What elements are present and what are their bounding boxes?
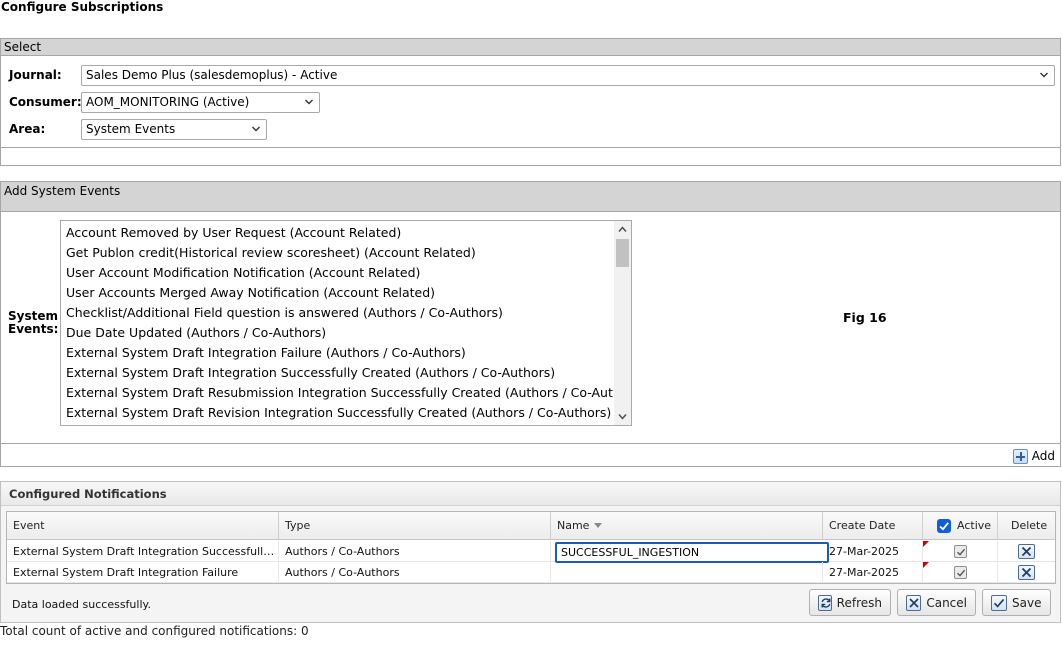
select-all-active-checkbox[interactable] <box>937 518 951 533</box>
add-button[interactable]: Add <box>1012 447 1055 465</box>
column-header-active[interactable]: Active <box>923 512 998 539</box>
area-select[interactable]: System Events <box>81 119 267 140</box>
cell-type: Authors / Co-Authors <box>279 562 551 583</box>
column-header-name[interactable]: Name <box>551 512 823 539</box>
add-system-events-section: Add System Events System Events: Account… <box>0 181 1061 467</box>
scrollbar-thumb[interactable] <box>616 239 629 267</box>
list-item[interactable]: Account Removed by User Request (Account… <box>66 223 631 243</box>
close-icon <box>909 597 919 608</box>
plus-icon <box>1012 448 1028 464</box>
list-item[interactable]: User Account Modification Notification (… <box>66 263 631 283</box>
checkmark-icon <box>957 548 966 556</box>
cell-event: External System Draft Integration Failur… <box>7 562 279 583</box>
list-item[interactable]: External System Draft Resubmission Integ… <box>66 383 631 403</box>
column-header-delete-label: Delete <box>1011 519 1048 532</box>
column-header-create-date[interactable]: Create Date <box>823 512 923 539</box>
cell-active <box>923 562 998 583</box>
scroll-up-icon[interactable] <box>618 225 627 234</box>
checkmark-icon <box>957 569 966 577</box>
total-count-text: Total count of active and configured not… <box>0 624 309 638</box>
refresh-button-label: Refresh <box>836 595 882 610</box>
cell-create-date: 27-Mar-2025 <box>823 541 923 562</box>
cell-event: External System Draft Integration Succes… <box>7 541 279 562</box>
close-icon <box>1021 546 1032 557</box>
save-button[interactable]: Save <box>982 589 1051 616</box>
refresh-icon <box>818 594 832 611</box>
cancel-button-label: Cancel <box>926 595 967 610</box>
cell-delete <box>998 541 1057 562</box>
active-checkbox[interactable] <box>954 545 967 558</box>
cell-type: Authors / Co-Authors <box>279 541 551 562</box>
chevron-down-icon <box>305 99 313 105</box>
save-button-label: Save <box>1012 595 1042 610</box>
column-header-name-label: Name <box>557 519 590 532</box>
notifications-grid: Event Type Name Create Date Active Delet… <box>6 511 1056 584</box>
consumer-select-value: AOM_MONITORING (Active) <box>86 95 250 109</box>
cell-active <box>923 541 998 562</box>
close-icon <box>1021 567 1032 578</box>
chevron-down-icon <box>1040 72 1048 78</box>
save-check-icon <box>991 594 1007 611</box>
cancel-button[interactable]: Cancel <box>897 589 976 616</box>
column-header-event[interactable]: Event <box>7 512 279 539</box>
consumer-label: Consumer: <box>9 95 82 109</box>
sort-descending-icon <box>594 523 603 528</box>
system-events-list: Account Removed by User Request (Account… <box>61 221 631 423</box>
checkmark-icon <box>939 521 949 531</box>
delete-icon[interactable] <box>1018 565 1035 580</box>
list-item[interactable]: Due Date Updated (Authors / Co-Authors) <box>66 323 631 343</box>
journal-select-value: Sales Demo Plus (salesdemoplus) - Active <box>86 68 338 82</box>
configured-notifications-header: Configured Notifications <box>1 482 1060 506</box>
column-header-event-label: Event <box>13 519 45 532</box>
chevron-down-icon <box>252 126 260 132</box>
scroll-down-icon[interactable] <box>618 412 627 421</box>
cell-name[interactable] <box>551 562 823 583</box>
list-item[interactable]: External System Draft Integration Succes… <box>66 363 631 383</box>
table-row[interactable]: External System Draft Integration Succes… <box>7 541 1057 563</box>
figure-label: Fig 16 <box>843 310 887 325</box>
grid-header-row: Event Type Name Create Date Active Delet… <box>7 512 1055 540</box>
system-events-label-line2: Events: <box>8 322 59 336</box>
modified-marker <box>923 562 929 568</box>
column-header-type[interactable]: Type <box>279 512 551 539</box>
divider <box>1 443 1060 444</box>
add-button-label: Add <box>1031 449 1055 463</box>
column-header-active-label: Active <box>957 519 992 532</box>
list-item[interactable]: Get Publon credit(Historical review scor… <box>66 243 631 263</box>
column-header-delete: Delete <box>998 512 1057 539</box>
system-events-listbox[interactable]: Account Removed by User Request (Account… <box>60 220 632 426</box>
listbox-scrollbar[interactable] <box>614 221 631 425</box>
refresh-arrows-icon <box>821 597 831 608</box>
journal-label: Journal: <box>9 68 62 82</box>
column-header-create-date-label: Create Date <box>829 519 896 532</box>
select-section: Select Journal: Sales Demo Plus (salesde… <box>0 38 1061 166</box>
divider <box>1 147 1060 148</box>
status-message: Data loaded successfully. <box>12 598 151 611</box>
delete-icon[interactable] <box>1018 544 1035 559</box>
modified-marker <box>923 541 929 547</box>
consumer-select[interactable]: AOM_MONITORING (Active) <box>81 92 320 113</box>
select-section-header: Select <box>1 39 1060 56</box>
cell-create-date: 27-Mar-2025 <box>823 562 923 583</box>
configured-notifications-panel: Configured Notifications Event Type Name… <box>0 481 1061 623</box>
list-item[interactable]: External System Draft Integration Failur… <box>66 343 631 363</box>
page-title: Configure Subscriptions <box>1 0 164 14</box>
area-select-value: System Events <box>86 122 176 136</box>
list-item[interactable]: User Accounts Merged Away Notification (… <box>66 283 631 303</box>
refresh-button[interactable]: Refresh <box>809 589 891 616</box>
add-system-events-header: Add System Events <box>1 182 1060 212</box>
cancel-icon <box>906 594 922 611</box>
cell-delete <box>998 562 1057 583</box>
name-input[interactable] <box>555 542 829 563</box>
journal-select[interactable]: Sales Demo Plus (salesdemoplus) - Active <box>81 65 1055 86</box>
list-item[interactable]: Checklist/Additional Field question is a… <box>66 303 631 323</box>
column-header-type-label: Type <box>285 519 311 532</box>
checkmark-icon <box>993 598 1005 608</box>
table-row[interactable]: External System Draft Integration Failur… <box>7 562 1055 583</box>
area-label: Area: <box>9 122 46 136</box>
list-item[interactable]: External System Draft Revision Integrati… <box>66 403 631 423</box>
system-events-label: System Events: <box>8 310 58 336</box>
active-checkbox[interactable] <box>954 566 967 579</box>
